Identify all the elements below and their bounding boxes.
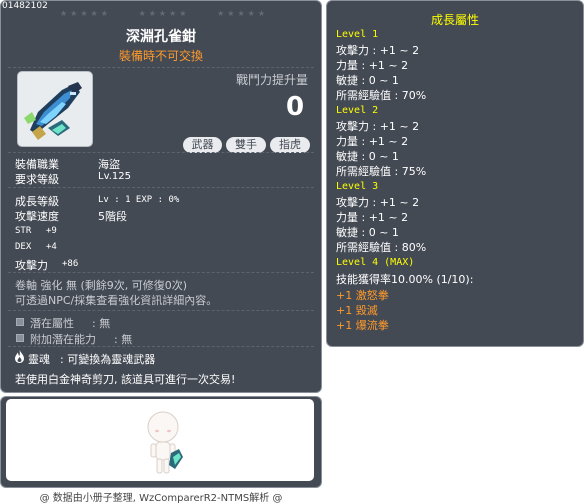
stat-dex-label: DEX bbox=[15, 242, 32, 252]
category-tag-weapon: 武器 bbox=[183, 137, 222, 153]
star-icon: ★ bbox=[100, 9, 108, 18]
category-tag-two-handed: 雙手 bbox=[226, 137, 266, 153]
bullet-icon bbox=[16, 318, 24, 326]
growth-panel-title: 成長屬性 bbox=[430, 13, 479, 27]
soul-value: : 可變換為靈魂武器 bbox=[60, 353, 156, 366]
divider bbox=[8, 152, 314, 153]
divider bbox=[8, 187, 314, 188]
category-tag-knuckle: 指虎 bbox=[270, 137, 310, 153]
additional-potential-label: 附加潛在能力 bbox=[30, 333, 96, 346]
character-preview-icon bbox=[147, 411, 183, 474]
growth-line: 所需經驗值 : 80% bbox=[336, 241, 427, 254]
growth-line: 攻擊力 : +1 ~ 2 bbox=[336, 44, 420, 57]
star-icon: ★ bbox=[138, 9, 146, 18]
divider bbox=[8, 346, 314, 347]
growth-skill: +1 激怒拳 bbox=[336, 289, 389, 302]
bullet-icon bbox=[16, 334, 24, 342]
star-icon: ★ bbox=[227, 9, 235, 18]
star-icon: ★ bbox=[247, 9, 255, 18]
combat-power-label: 戰鬥力提升量 bbox=[236, 73, 309, 87]
stat-str-label: STR bbox=[15, 226, 32, 236]
stat-dex-value: +4 bbox=[46, 242, 57, 252]
growth-level-heading: Level 4 (MAX) bbox=[336, 257, 415, 268]
combat-power-value: 0 bbox=[286, 92, 305, 122]
attack-speed-label: 攻擊速度 bbox=[15, 210, 59, 223]
growth-skill: +1 毀滅 bbox=[336, 304, 378, 317]
item-id: 01482102 bbox=[2, 1, 48, 11]
star-icon: ★ bbox=[90, 9, 98, 18]
star-icon: ★ bbox=[217, 9, 225, 18]
growth-line: 敏捷 : 0 ~ 1 bbox=[336, 150, 399, 163]
star-icon: ★ bbox=[70, 9, 78, 18]
growth-level-heading: Level 2 bbox=[336, 105, 379, 116]
growth-line: 力量 : +1 ~ 2 bbox=[336, 59, 409, 72]
enhance-hint: 可透過NPC/採集查看強化資訊詳細內容。 bbox=[15, 294, 218, 307]
growth-level-heading: Level 3 bbox=[336, 181, 379, 192]
soul-label: 靈魂 bbox=[28, 353, 50, 366]
growth-line: 技能獲得率10.00% (1/10): bbox=[336, 273, 474, 286]
growth-level-value: Lv : 1 EXP : 0% bbox=[98, 195, 180, 205]
growth-line: 敏捷 : 0 ~ 1 bbox=[336, 226, 399, 239]
req-job-label: 裝備職業 bbox=[15, 158, 59, 171]
item-icon-frame bbox=[17, 71, 93, 147]
req-level-label: 要求等級 bbox=[15, 173, 59, 186]
growth-line: 所需經驗值 : 75% bbox=[336, 165, 427, 178]
trade-scissors-note: 若使用白金神奇剪刀, 該道具可進行一次交易! bbox=[15, 373, 236, 386]
star-group: ★ ★ ★ ★ ★ bbox=[60, 9, 108, 18]
star-icon: ★ bbox=[158, 9, 167, 18]
growth-line: 攻擊力 : +1 ~ 2 bbox=[336, 196, 420, 209]
character-preview-area bbox=[6, 399, 314, 481]
star-force-row: ★ ★ ★ ★ ★ ★ ★ ★ ★ ★ ★ ★ ★ ★ ★ bbox=[60, 9, 265, 18]
attack-speed-value: 5階段 bbox=[98, 210, 127, 223]
star-icon: ★ bbox=[148, 9, 156, 18]
stat-attack-label: 攻擊力 bbox=[15, 259, 48, 272]
growth-level-heading: Level 1 bbox=[336, 29, 379, 40]
stat-attack-value: +86 bbox=[62, 259, 79, 269]
req-level-value: Lv.125 bbox=[98, 171, 131, 182]
star-group: ★ ★ ★ ★ ★ bbox=[217, 9, 265, 18]
star-icon: ★ bbox=[60, 9, 68, 18]
item-name: 深淵孔雀鉗 bbox=[126, 29, 196, 45]
trade-restriction-note: 裝備時不可交換 bbox=[118, 49, 203, 63]
growth-line: 力量 : +1 ~ 2 bbox=[336, 135, 409, 148]
growth-line: 攻擊力 : +1 ~ 2 bbox=[336, 120, 420, 133]
star-group: ★ ★ ★ ★ ★ bbox=[139, 9, 187, 18]
stat-str-value: +9 bbox=[46, 226, 57, 236]
enhance-info: 卷軸 強化 無 (剩餘9次, 可修復0次) bbox=[15, 279, 188, 292]
star-icon: ★ bbox=[237, 9, 245, 18]
star-icon: ★ bbox=[169, 9, 177, 18]
req-job-value: 海盜 bbox=[98, 158, 120, 171]
knuckle-weapon-icon bbox=[24, 82, 82, 140]
potential-value: : 無 bbox=[92, 317, 111, 330]
star-icon: ★ bbox=[80, 9, 88, 18]
growth-line: 所需經驗值 : 70% bbox=[336, 89, 427, 102]
divider bbox=[8, 310, 314, 311]
growth-line: 力量 : +1 ~ 2 bbox=[336, 211, 409, 224]
star-icon: ★ bbox=[179, 9, 187, 18]
footer-credit: @ 数据由小册子整理, WzComparerR2-NTMS解析 @ bbox=[39, 493, 283, 504]
additional-potential-value: : 無 bbox=[114, 333, 133, 346]
divider bbox=[8, 272, 314, 273]
soul-flame-icon bbox=[15, 350, 24, 363]
divider bbox=[8, 67, 314, 68]
star-icon: ★ bbox=[257, 9, 265, 18]
growth-line: 敏捷 : 0 ~ 1 bbox=[336, 74, 399, 87]
potential-label: 潛在屬性 bbox=[30, 317, 74, 330]
growth-level-label: 成長等級 bbox=[15, 195, 59, 208]
growth-skill: +1 爆流拳 bbox=[336, 319, 389, 332]
